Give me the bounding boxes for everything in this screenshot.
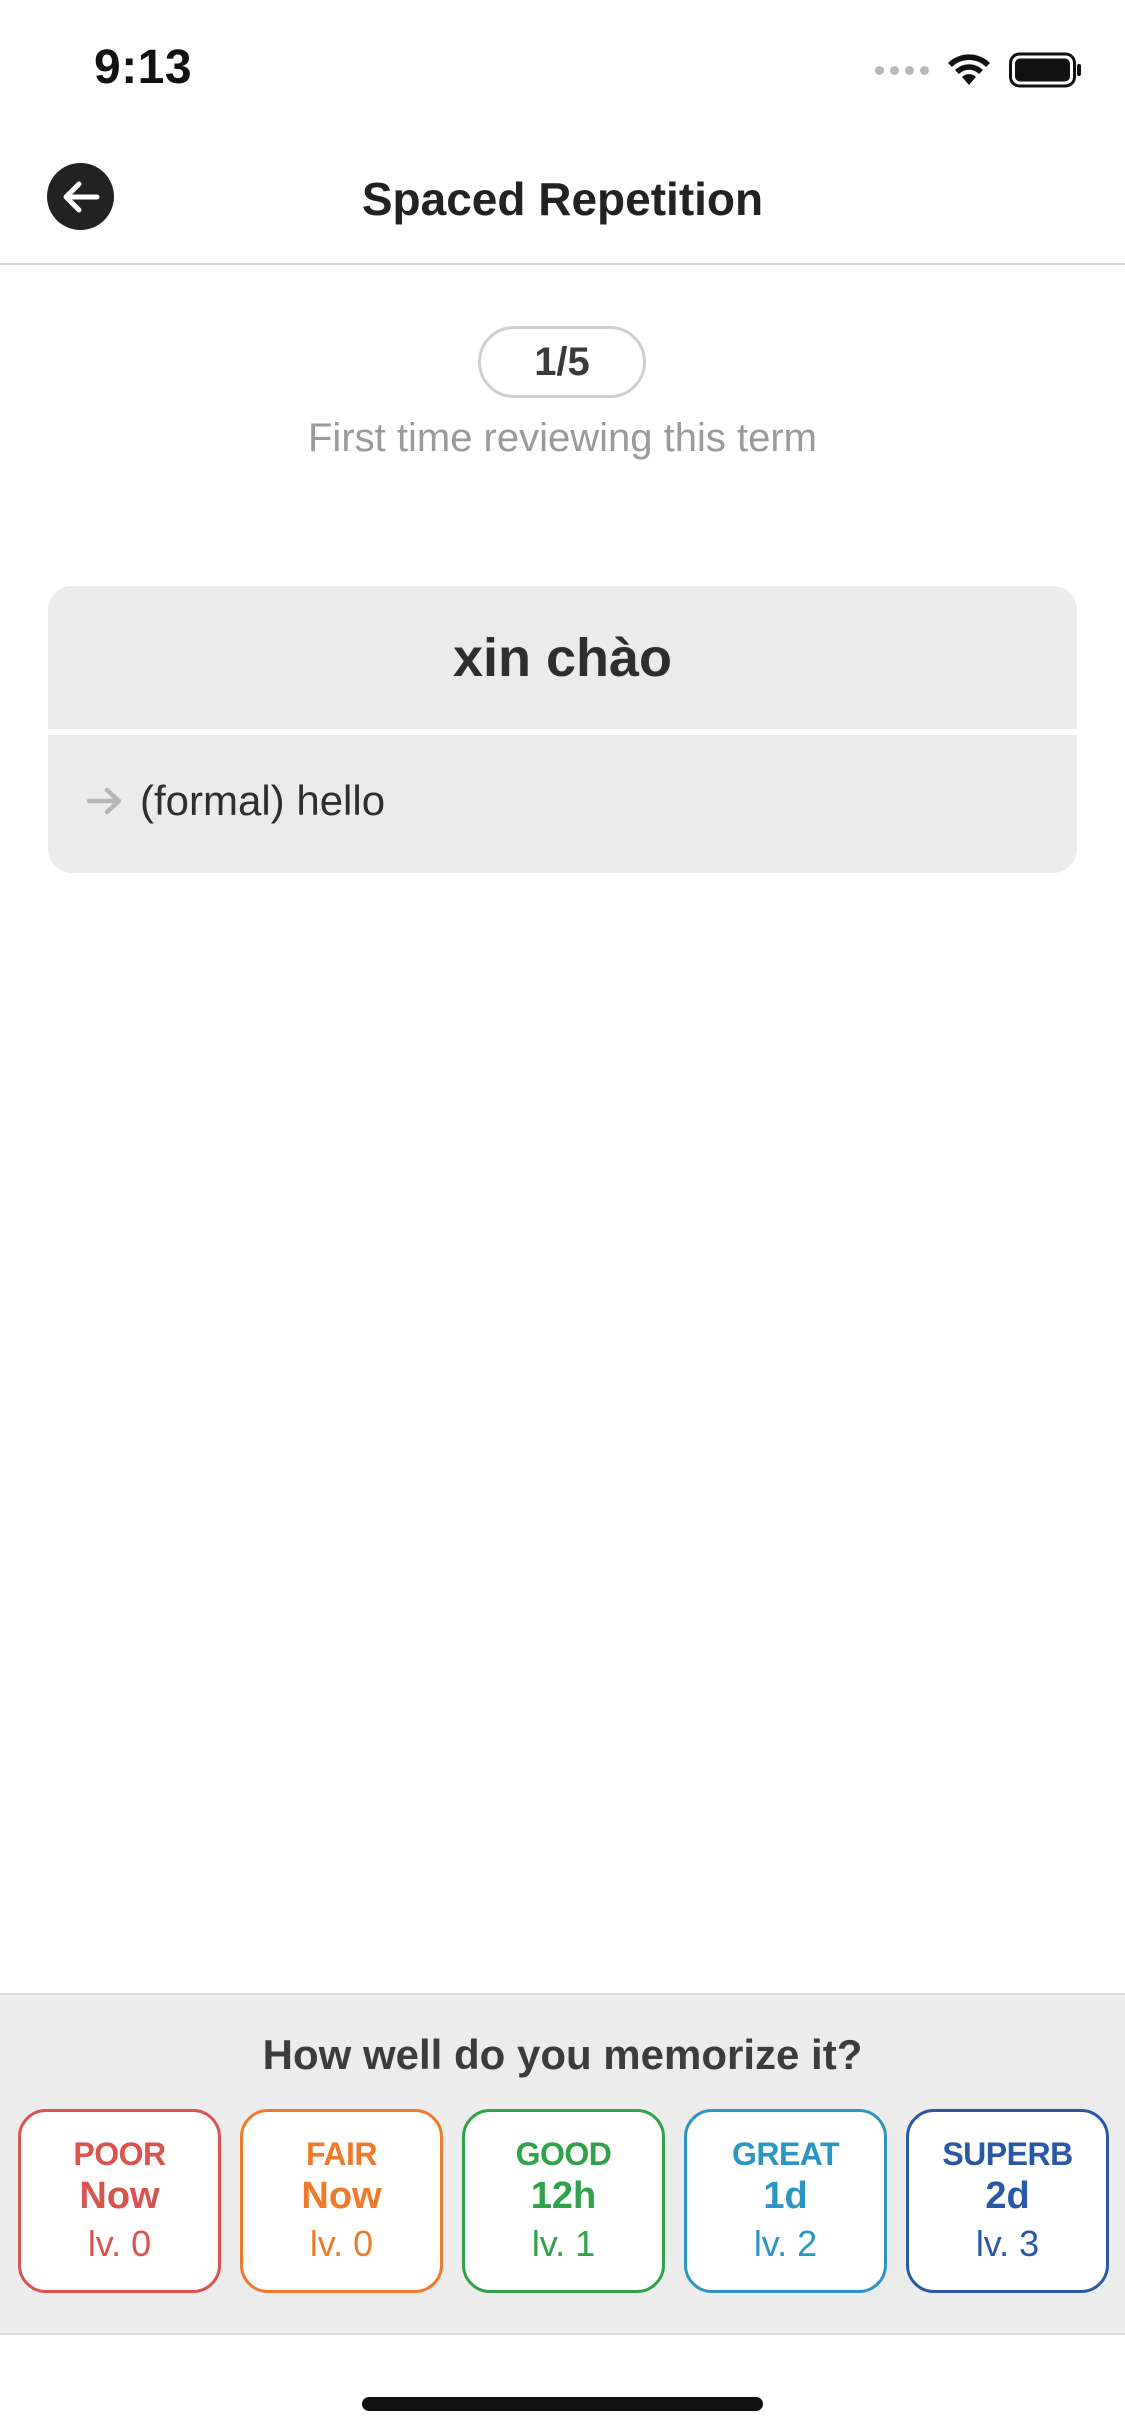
rating-interval: 2d xyxy=(985,2175,1030,2218)
rating-level: lv. 2 xyxy=(753,2222,818,2264)
rating-button-superb[interactable]: SUPERB 2d lv. 3 xyxy=(906,2109,1109,2293)
rating-interval: Now xyxy=(79,2175,160,2218)
rating-button-fair[interactable]: FAIR Now lv. 0 xyxy=(240,2109,443,2293)
progress-counter: 1/5 xyxy=(478,326,646,398)
arrow-right-icon xyxy=(86,786,124,816)
rating-label: GOOD xyxy=(515,2136,612,2173)
rating-button-poor[interactable]: POOR Now lv. 0 xyxy=(18,2109,221,2293)
rating-button-great[interactable]: GREAT 1d lv. 2 xyxy=(684,2109,887,2293)
rating-level: lv. 0 xyxy=(87,2222,152,2264)
status-icons xyxy=(875,50,1083,90)
flashcard-definition-row: (formal) hello xyxy=(48,735,1077,867)
rating-level: lv. 1 xyxy=(531,2222,596,2264)
rating-level: lv. 3 xyxy=(975,2222,1040,2264)
rating-interval: Now xyxy=(301,2175,382,2218)
rating-label: GREAT xyxy=(731,2136,840,2173)
rating-label: FAIR xyxy=(306,2136,377,2173)
battery-icon xyxy=(1009,52,1081,88)
rating-buttons: POOR Now lv. 0 FAIR Now lv. 0 GOOD 12h l… xyxy=(18,2109,1109,2293)
rating-interval: 1d xyxy=(763,2175,808,2218)
rating-button-good[interactable]: GOOD 12h lv. 1 xyxy=(462,2109,665,2293)
nav-bar: Spaced Repetition xyxy=(0,130,1125,265)
rating-label: POOR xyxy=(73,2136,166,2173)
rating-interval: 12h xyxy=(530,2175,597,2218)
flashcard[interactable]: xin chào (formal) hello xyxy=(48,586,1077,873)
wifi-icon xyxy=(948,54,990,85)
status-time: 9:13 xyxy=(94,41,193,94)
page-title: Spaced Repetition xyxy=(361,173,764,225)
home-indicator[interactable] xyxy=(362,2397,763,2411)
progress-caption: First time reviewing this term xyxy=(308,416,817,460)
rating-question: How well do you memorize it? xyxy=(262,2031,863,2078)
flashcard-definition: (formal) hello xyxy=(140,777,386,824)
status-bar: 9:13 xyxy=(0,0,1125,130)
rating-label: SUPERB xyxy=(942,2136,1073,2173)
cellular-signal-icon xyxy=(875,65,929,75)
screen: 9:13 Spaced Repetition 1/5 First time re… xyxy=(0,0,1125,2436)
rating-panel: How well do you memorize it? POOR Now lv… xyxy=(0,1993,1125,2335)
rating-level: lv. 0 xyxy=(309,2222,374,2264)
flashcard-term: xin chào xyxy=(48,586,1077,735)
